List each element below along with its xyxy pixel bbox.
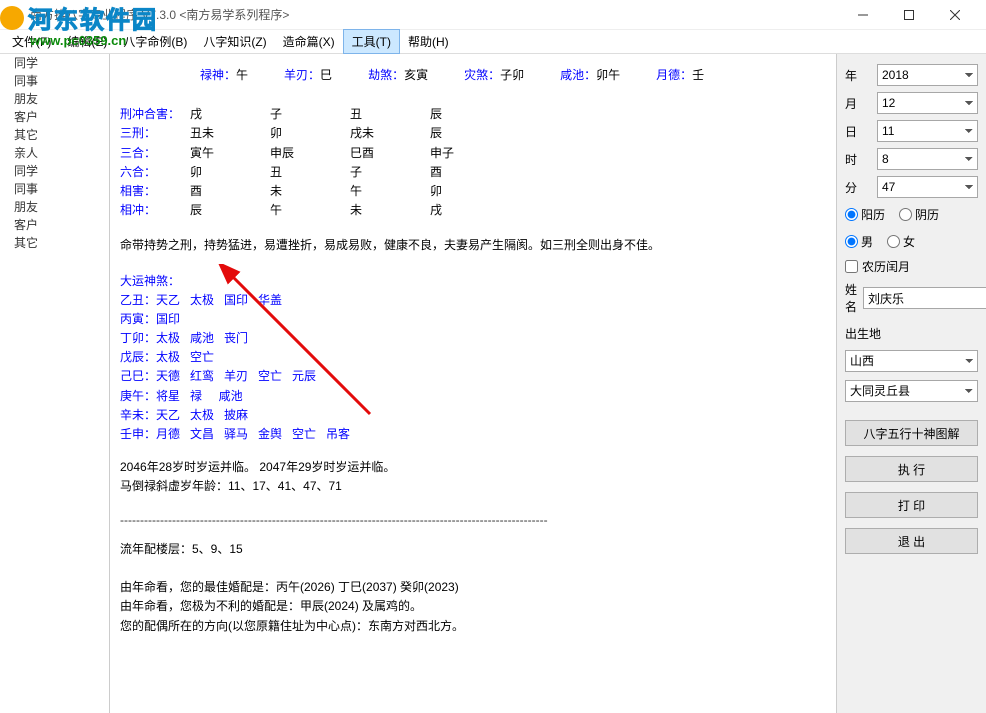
minimize-button[interactable] — [840, 0, 886, 30]
extra-block: 流年配楼层：5、9、15 由年命看，您的最佳婚配是：丙午(2026) 丁巳(20… — [120, 540, 828, 636]
right-panel: 年 2018 月 12 日 11 时 8 分 47 阳历 阴历 男 女 农历 — [836, 54, 986, 713]
year-lines: 2046年28岁时岁运并临。 2047年29岁时岁运并临。 马倒禄斜虚岁年龄：1… — [120, 458, 828, 496]
dayun-lines: 乙丑：天乙 太极 国印 华盖丙寅：国印丁卯：太极 咸池 丧门戊辰：太极 空亡己巳… — [120, 291, 828, 445]
menu-bazi-examples[interactable]: 八字命例(B) — [115, 30, 195, 53]
minute-label: 分 — [845, 179, 871, 196]
menu-help[interactable]: 帮助(H) — [400, 30, 457, 53]
name-label: 姓名 — [845, 281, 857, 315]
sidebar-item[interactable]: 客户 — [0, 108, 109, 126]
month-label: 月 — [845, 95, 871, 112]
leap-month-checkbox[interactable] — [845, 260, 858, 273]
exit-button[interactable]: 退 出 — [845, 528, 978, 554]
window-title: 南方排八字专业程序 V7.3.0 <南方易学系列程序> — [30, 6, 840, 23]
menu-edit[interactable]: 编辑(E) — [59, 30, 115, 53]
menu-tools[interactable]: 工具(T) — [343, 29, 400, 54]
sidebar-item[interactable]: 客户 — [0, 216, 109, 234]
sidebar-item[interactable]: 同学 — [0, 162, 109, 180]
province-select[interactable]: 山西 — [845, 350, 978, 372]
titlebar: 南方排八字专业程序 V7.3.0 <南方易学系列程序> — [0, 0, 986, 30]
sidebar-item[interactable]: 其它 — [0, 234, 109, 252]
hour-select[interactable]: 8 — [877, 148, 978, 170]
sidebar-item[interactable]: 同事 — [0, 180, 109, 198]
minute-select[interactable]: 47 — [877, 176, 978, 198]
female-radio[interactable]: 女 — [887, 233, 915, 250]
year-label: 年 — [845, 67, 871, 84]
solar-radio[interactable]: 阳历 — [845, 206, 885, 223]
name-input[interactable] — [863, 287, 986, 309]
fate-note: 命带持势之刑，持势猛进，易遭挫折，易成易败，健康不良，夫妻易产生隔阂。如三刑全则… — [120, 236, 828, 255]
day-label: 日 — [845, 123, 871, 140]
month-select[interactable]: 12 — [877, 92, 978, 114]
run-button[interactable]: 执 行 — [845, 456, 978, 482]
sidebar-item[interactable]: 同学 — [0, 54, 109, 72]
year-select[interactable]: 2018 — [877, 64, 978, 86]
sidebar-item[interactable]: 朋友 — [0, 198, 109, 216]
menu-bazi-knowledge[interactable]: 八字知识(Z) — [195, 30, 274, 53]
day-select[interactable]: 11 — [877, 120, 978, 142]
menu-zaoming[interactable]: 造命篇(X) — [275, 30, 343, 53]
menubar: 文件(F) 编辑(E) 八字命例(B) 八字知识(Z) 造命篇(X) 工具(T)… — [0, 30, 986, 54]
maximize-button[interactable] — [886, 0, 932, 30]
xingchong-table: 刑冲合害：戌子丑辰三刑：丑未卯戌未辰三合：寅午申辰巳酉申子六合：卯丑子酉相害：酉… — [120, 105, 828, 220]
shensha-row: 禄神：午 羊刃：巳 劫煞：亥寅 灾煞：子卯 咸池：卯午 月德：壬 — [120, 66, 828, 85]
hour-label: 时 — [845, 151, 871, 168]
print-button[interactable]: 打 印 — [845, 492, 978, 518]
lunar-radio[interactable]: 阴历 — [899, 206, 939, 223]
app-icon — [8, 7, 24, 23]
birthplace-label: 出生地 — [845, 325, 978, 342]
chart-button[interactable]: 八字五行十神图解 — [845, 420, 978, 446]
sidebar: 同学 同事 朋友 客户 其它 亲人 同学 同事 朋友 客户 其它 — [0, 54, 110, 713]
sex-radio-group: 男 女 — [845, 231, 978, 252]
sidebar-item[interactable]: 其它 — [0, 126, 109, 144]
dayun-label: 大运神煞： — [120, 272, 828, 291]
sidebar-item[interactable]: 亲人 — [0, 144, 109, 162]
sidebar-item[interactable]: 同事 — [0, 72, 109, 90]
calendar-radio-group: 阳历 阴历 — [845, 204, 978, 225]
menu-file[interactable]: 文件(F) — [4, 30, 59, 53]
male-radio[interactable]: 男 — [845, 233, 873, 250]
main-content: 禄神：午 羊刃：巳 劫煞：亥寅 灾煞：子卯 咸池：卯午 月德：壬 刑冲合害：戌子… — [110, 54, 836, 713]
county-select[interactable]: 大同灵丘县 — [845, 380, 978, 402]
separator: ----------------------------------------… — [120, 511, 828, 530]
sidebar-item[interactable]: 朋友 — [0, 90, 109, 108]
leap-month-label: 农历闰月 — [862, 258, 910, 275]
close-button[interactable] — [932, 0, 978, 30]
